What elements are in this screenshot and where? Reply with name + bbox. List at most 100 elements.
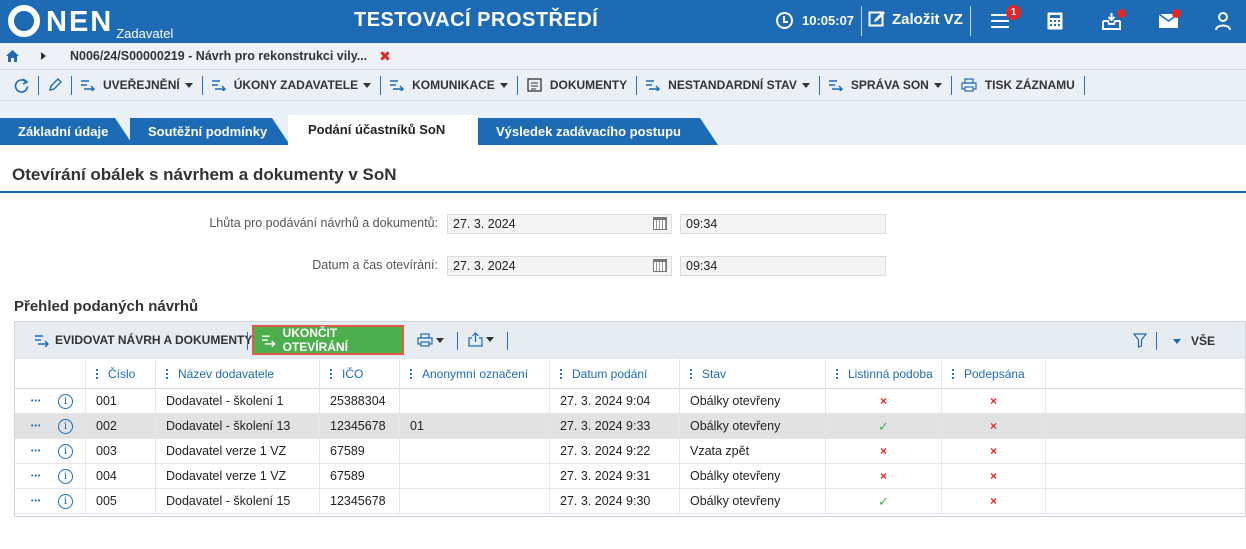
row-menu-icon[interactable]: ••• — [31, 464, 41, 489]
ukoncit-otevirani-button[interactable]: UKONČIT OTEVÍRÁNÍ — [252, 325, 404, 355]
toolbar-sprava-son[interactable]: SPRÁVA SON — [823, 70, 948, 101]
column-grip-icon — [166, 368, 168, 379]
tab-soutezni-podminky[interactable]: Soutěžní podmínky — [130, 118, 290, 145]
grid-export-button[interactable] — [468, 332, 494, 347]
column-header-stav[interactable]: Stav — [679, 359, 825, 389]
edit-button[interactable] — [42, 70, 68, 101]
toolbar-tisk-zaznamu[interactable]: TISK ZÁZNAMU — [955, 70, 1081, 101]
cell-ico: 25388304 — [319, 389, 399, 414]
pencil-icon — [49, 78, 62, 91]
action-toolbar: UVEŘEJNĚNÍ ÚKONY ZADAVATELE KOMUNIKACE D… — [0, 70, 1246, 101]
breadcrumb-path[interactable]: N006/24/S00000219 - Návrh pro rekonstruk… — [70, 49, 367, 63]
mail-alert-dot — [1172, 9, 1181, 18]
toolbar-dokumenty[interactable]: DOKUMENTY — [521, 70, 633, 101]
cell-anonymni — [399, 464, 549, 489]
deadline-time-value: 09:34 — [686, 217, 718, 231]
toolbar-divider — [380, 75, 382, 95]
create-contract-button[interactable]: Založit VZ — [868, 10, 963, 28]
action-list-icon — [262, 334, 276, 347]
column-grip-icon — [560, 368, 562, 379]
column-header-datum[interactable]: Datum podání — [549, 359, 679, 389]
home-icon[interactable] — [6, 50, 19, 62]
column-label: Stav — [702, 367, 727, 381]
logo-text: NEN — [46, 6, 114, 38]
cell-podepsana: × — [941, 414, 1045, 439]
tab-vysledek[interactable]: Výsledek zadávacího postupu — [478, 118, 718, 145]
table-row[interactable]: ••• i 002 Dodavatel - školení 13 12345678 01 2… — [15, 414, 1245, 439]
column-header-filler — [1045, 359, 1245, 389]
filter-icon[interactable] — [1133, 333, 1147, 348]
opening-date-value: 27. 3. 2024 — [453, 259, 516, 273]
column-header-podepsana[interactable]: Podepsána — [941, 359, 1045, 389]
table-row[interactable]: ••• i 004 Dodavatel verze 1 VZ 67589 27. 3. 2… — [15, 464, 1245, 489]
breadcrumb-expand-icon[interactable] — [41, 52, 46, 60]
row-menu-icon[interactable]: ••• — [31, 389, 41, 414]
view-filter-dropdown[interactable]: VŠE — [1173, 334, 1215, 348]
column-header-listinna[interactable]: Listinná podoba — [825, 359, 941, 389]
info-icon[interactable]: i — [58, 394, 73, 409]
column-label: Anonymní označení — [422, 367, 529, 381]
cell-datum: 27. 3. 2024 9:31 — [549, 464, 679, 489]
table-row[interactable]: ••• i 001 Dodavatel - školení 1 25388304 27. … — [15, 389, 1245, 414]
opening-time-field[interactable]: 09:34 — [680, 256, 886, 276]
logo-subtitle: Zadavatel — [116, 26, 174, 41]
cell-stav: Vzata zpět — [679, 439, 825, 464]
deadline-date-value: 27. 3. 2024 — [453, 217, 516, 231]
column-grip-icon — [836, 368, 838, 379]
column-header-nazev[interactable]: Název dodavatele — [155, 359, 319, 389]
create-contract-label: Založit VZ — [892, 10, 963, 28]
close-record-icon[interactable]: ✖ — [379, 48, 391, 65]
row-actions-column-header — [15, 359, 85, 389]
edit-icon — [868, 11, 885, 27]
row-menu-icon[interactable]: ••• — [31, 439, 41, 464]
grid-print-button[interactable] — [417, 333, 444, 347]
tab-podani-ucastniku[interactable]: Podání účastníků SoN — [288, 115, 478, 145]
cell-filler — [1045, 464, 1245, 489]
cell-datum: 27. 3. 2024 9:22 — [549, 439, 679, 464]
tab-zakladni-udaje[interactable]: Základní údaje — [0, 118, 133, 145]
notification-badge: 1 — [1006, 5, 1021, 20]
calendar-icon[interactable] — [653, 217, 667, 230]
toolbar-divider — [71, 75, 72, 95]
opening-time-value: 09:34 — [686, 259, 718, 273]
row-menu-icon[interactable]: ••• — [31, 414, 41, 439]
column-header-anonymni[interactable]: Anonymní označení — [399, 359, 549, 389]
user-icon[interactable] — [1215, 12, 1231, 30]
calculator-icon[interactable] — [1047, 12, 1063, 30]
toolbar-nestandardni-stav[interactable]: NESTANDARDNÍ STAV — [640, 70, 816, 101]
toolbar-uverejneni[interactable]: UVEŘEJNĚNÍ — [75, 70, 199, 101]
calendar-icon[interactable] — [653, 259, 667, 272]
grid-toolbar-divider — [507, 332, 508, 350]
toolbar-uverejneni-label: UVEŘEJNĚNÍ — [103, 78, 180, 92]
opening-date-field[interactable]: 27. 3. 2024 — [447, 256, 672, 276]
column-header-cislo[interactable]: Číslo — [85, 359, 155, 389]
row-menu-icon[interactable]: ••• — [31, 489, 41, 514]
info-icon[interactable]: i — [58, 494, 73, 509]
info-icon[interactable]: i — [58, 419, 73, 434]
ukoncit-label: UKONČIT OTEVÍRÁNÍ — [282, 326, 348, 354]
cell-filler — [1045, 414, 1245, 439]
info-icon[interactable]: i — [58, 444, 73, 459]
toolbar-divider — [950, 75, 952, 95]
deadline-time-field[interactable]: 09:34 — [680, 214, 886, 234]
column-label: Podepsána — [964, 367, 1025, 381]
nen-logo[interactable]: NEN Zadavatel — [8, 5, 173, 41]
evidovat-button[interactable]: EVIDOVAT NÁVRH A DOKUMENTY — [35, 333, 252, 347]
deadline-label: Lhůta pro podávání návrhů a dokumentů: — [209, 216, 438, 230]
column-header-ico[interactable]: IČO — [319, 359, 399, 389]
grid-toolbar-divider — [1156, 332, 1157, 350]
environment-title: TESTOVACÍ PROSTŘEDÍ — [354, 9, 599, 31]
column-label: Název dodavatele — [178, 367, 275, 381]
cell-ico: 12345678 — [319, 489, 399, 514]
clock-time: 10:05:07 — [802, 13, 855, 28]
deadline-date-field[interactable]: 27. 3. 2024 — [447, 214, 672, 234]
grid-toolbar-divider — [247, 332, 248, 350]
table-row[interactable]: ••• i 005 Dodavatel - školení 15 12345678 27.… — [15, 489, 1245, 514]
info-icon[interactable]: i — [58, 469, 73, 484]
toolbar-komunikace[interactable]: KOMUNIKACE — [384, 70, 514, 101]
table-row[interactable]: ••• i 003 Dodavatel verze 1 VZ 67589 27. 3. 2… — [15, 439, 1245, 464]
refresh-button[interactable] — [0, 70, 35, 101]
toolbar-ukony-zadavatele[interactable]: ÚKONY ZADAVATELE — [206, 70, 377, 101]
cell-podepsana: × — [941, 439, 1045, 464]
cell-listinna: ✓ — [825, 489, 941, 514]
